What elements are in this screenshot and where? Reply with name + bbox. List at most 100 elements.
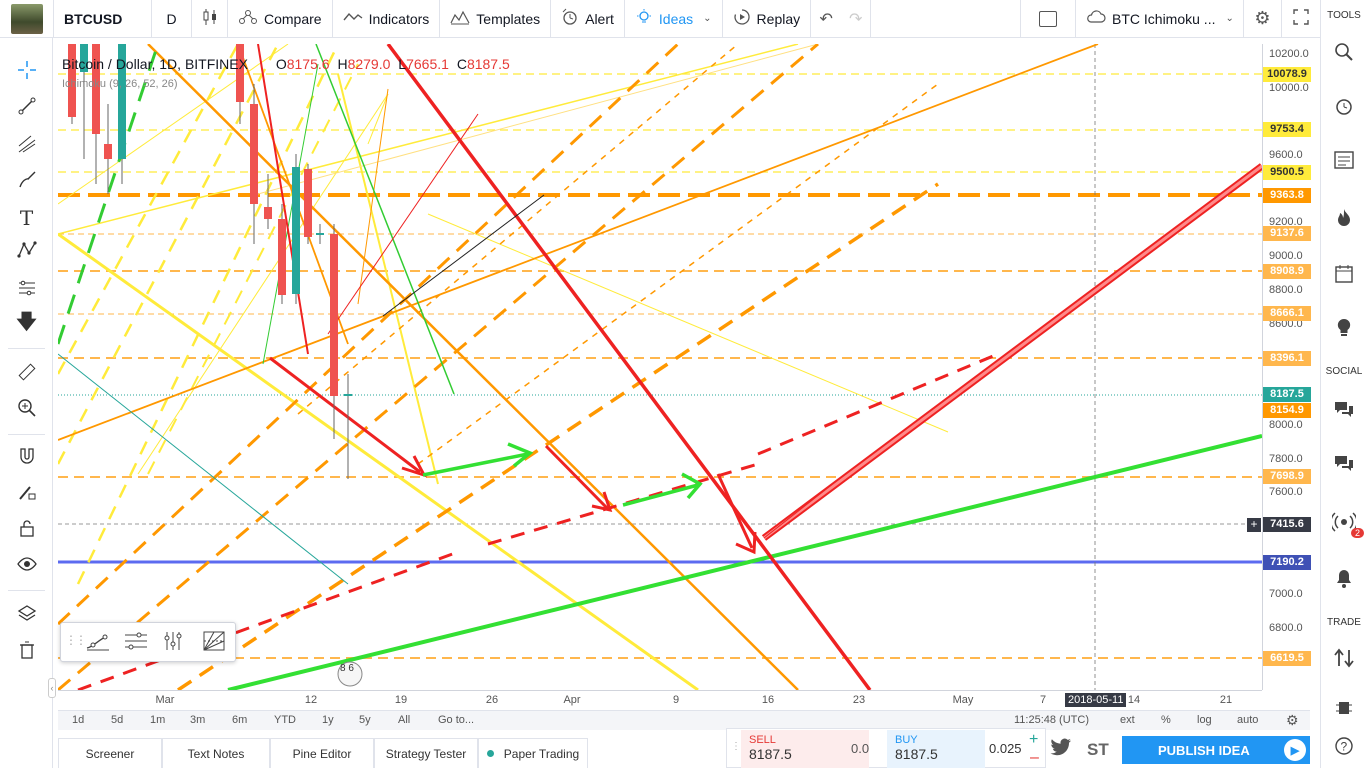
pitchfork-tool[interactable] [0,130,53,162]
range-1d[interactable]: 1d [72,714,84,726]
private-chats-button[interactable] [1321,450,1366,482]
tab-screener[interactable]: Screener [58,738,162,768]
dom-button[interactable] [1321,694,1366,726]
redo-button[interactable]: ↷ [841,0,872,38]
pattern-tool[interactable] [0,236,53,268]
range-5d[interactable]: 5d [111,714,123,726]
crosshair-tool[interactable] [0,56,53,88]
brush-tool[interactable] [0,166,53,198]
price-axis[interactable]: 10200.0 10000.0 9600.0 9200.0 9000.0 880… [1262,44,1320,690]
goto-date-button[interactable]: Go to... [438,714,474,726]
favorite-tool-fib[interactable] [159,629,189,657]
tab-text-notes[interactable]: Text Notes [162,738,270,768]
streams-button[interactable]: 2 [1321,508,1366,540]
symbol-title[interactable]: Bitcoin / Dollar, 1D, BITFINEX [62,56,248,72]
replay-button[interactable]: Replay [723,0,812,38]
sell-button[interactable]: SELL 8187.5 [741,730,869,768]
more-tools-button[interactable]: 🡇 [0,308,53,340]
range-1m[interactable]: 1m [150,714,165,726]
favorite-tool-channel[interactable] [121,629,151,657]
add-alert-plus-button[interactable]: + [1247,518,1261,532]
user-avatar-button[interactable] [0,0,54,38]
zoom-tool[interactable] [0,394,53,426]
high-label: H [337,56,348,72]
trading-panel-button[interactable] [1321,644,1366,676]
hotlists-button[interactable] [1321,204,1366,236]
buy-button[interactable]: BUY 8187.5 [887,730,985,768]
cloud-icon [1086,9,1106,28]
interval-button[interactable]: D [152,0,192,38]
collapse-toolbar-handle[interactable]: ‹ [48,678,56,698]
templates-button[interactable]: Templates [440,0,552,38]
log-scale-toggle[interactable]: log [1197,714,1212,726]
ruler-tool[interactable] [0,358,53,390]
range-1y[interactable]: 1y [322,714,334,726]
indicators-button[interactable]: Indicators [333,0,441,38]
undo-button[interactable]: ↶ [811,0,841,38]
favorite-tool-gann[interactable] [199,629,229,657]
trend-angle-icon [85,630,111,657]
range-ytd[interactable]: YTD [274,714,296,726]
twitter-icon[interactable] [1050,738,1072,761]
fullscreen-button[interactable] [1282,0,1320,38]
range-all[interactable]: All [398,714,410,726]
indicator-label: Ichimoku (9, 26, 52, 26) [62,78,178,90]
symbol-label: BTCUSD [64,10,123,27]
auto-scale-toggle[interactable]: auto [1237,714,1258,726]
clock-timezone[interactable]: 11:25:48 (UTC) [1014,714,1089,726]
settings-button[interactable]: ⚙ [1244,0,1282,38]
text-tool[interactable]: T [0,202,53,234]
magnet-mode-button[interactable] [0,442,53,474]
tab-paper-trading[interactable]: Paper Trading [478,738,588,768]
symbol-search-button[interactable]: BTCUSD [54,0,152,38]
compare-button[interactable]: Compare [228,0,333,38]
prediction-tool[interactable] [0,274,53,306]
chart-style-button[interactable] [192,0,228,38]
quantity-input[interactable]: 0.025 [989,741,1022,756]
list-icon [1334,150,1354,174]
alert-button[interactable]: Alert [551,0,625,38]
toolbar-divider [8,434,45,435]
quantity-increase-button[interactable]: + [1029,731,1038,749]
trash-icon [17,640,37,665]
tab-strategy-tester[interactable]: Strategy Tester [374,738,478,768]
alerts-panel-button[interactable] [1321,92,1366,124]
data-window-button[interactable] [1321,146,1366,178]
help-button[interactable]: ? [1321,732,1366,764]
fullscreen-icon [1293,9,1309,28]
drag-handle-icon[interactable]: ⋮ [731,741,741,752]
quantity-decrease-button[interactable]: – [1030,749,1039,767]
range-6m[interactable]: 6m [232,714,247,726]
chats-button[interactable] [1321,396,1366,428]
hide-drawings-button[interactable] [0,550,53,582]
trendline-tool[interactable] [0,92,53,124]
chart-canvas[interactable]: 8 6 [58,44,1262,690]
play-icon[interactable]: ▶ [1284,739,1306,761]
remove-drawings-button[interactable] [0,636,53,668]
favorite-tool-trend[interactable] [83,629,113,657]
indicator-legend[interactable]: Ichimoku (9, 26, 52, 26) [62,78,178,90]
ideas-button[interactable]: Ideas ⌄ [625,0,723,38]
drag-handle-icon[interactable]: ⋮⋮ [65,633,87,647]
lock-drawings-button[interactable] [0,514,53,546]
stocktwits-button[interactable]: ST [1087,740,1109,760]
notifications-button[interactable] [1321,564,1366,596]
magnet-icon [17,446,37,471]
time-axis[interactable]: Mar 12 19 26 Apr 9 16 23 May 7 14 21 201… [58,690,1262,710]
ideas-stream-button[interactable] [1321,314,1366,346]
watchlist-button[interactable] [1321,38,1366,70]
layout-name-button[interactable]: BTC Ichimoku ... ⌄ [1076,0,1244,38]
publish-idea-button[interactable]: PUBLISH IDEA ▶ [1122,736,1310,764]
percent-scale-toggle[interactable]: % [1161,714,1171,726]
gear-icon[interactable]: ⚙ [1286,712,1299,729]
layout-select-button[interactable] [1020,0,1076,38]
object-tree-button[interactable] [0,600,53,632]
right-sidebar: TOOLS SOCIAL 2 TRADE ? [1320,0,1366,768]
stay-in-drawing-mode-button[interactable] [0,478,53,510]
range-5y[interactable]: 5y [359,714,371,726]
extended-hours-toggle[interactable]: ext [1120,714,1135,726]
tab-pine-editor[interactable]: Pine Editor [270,738,374,768]
range-3m[interactable]: 3m [190,714,205,726]
calendar-button[interactable] [1321,260,1366,292]
ideas-label: Ideas [658,10,694,27]
